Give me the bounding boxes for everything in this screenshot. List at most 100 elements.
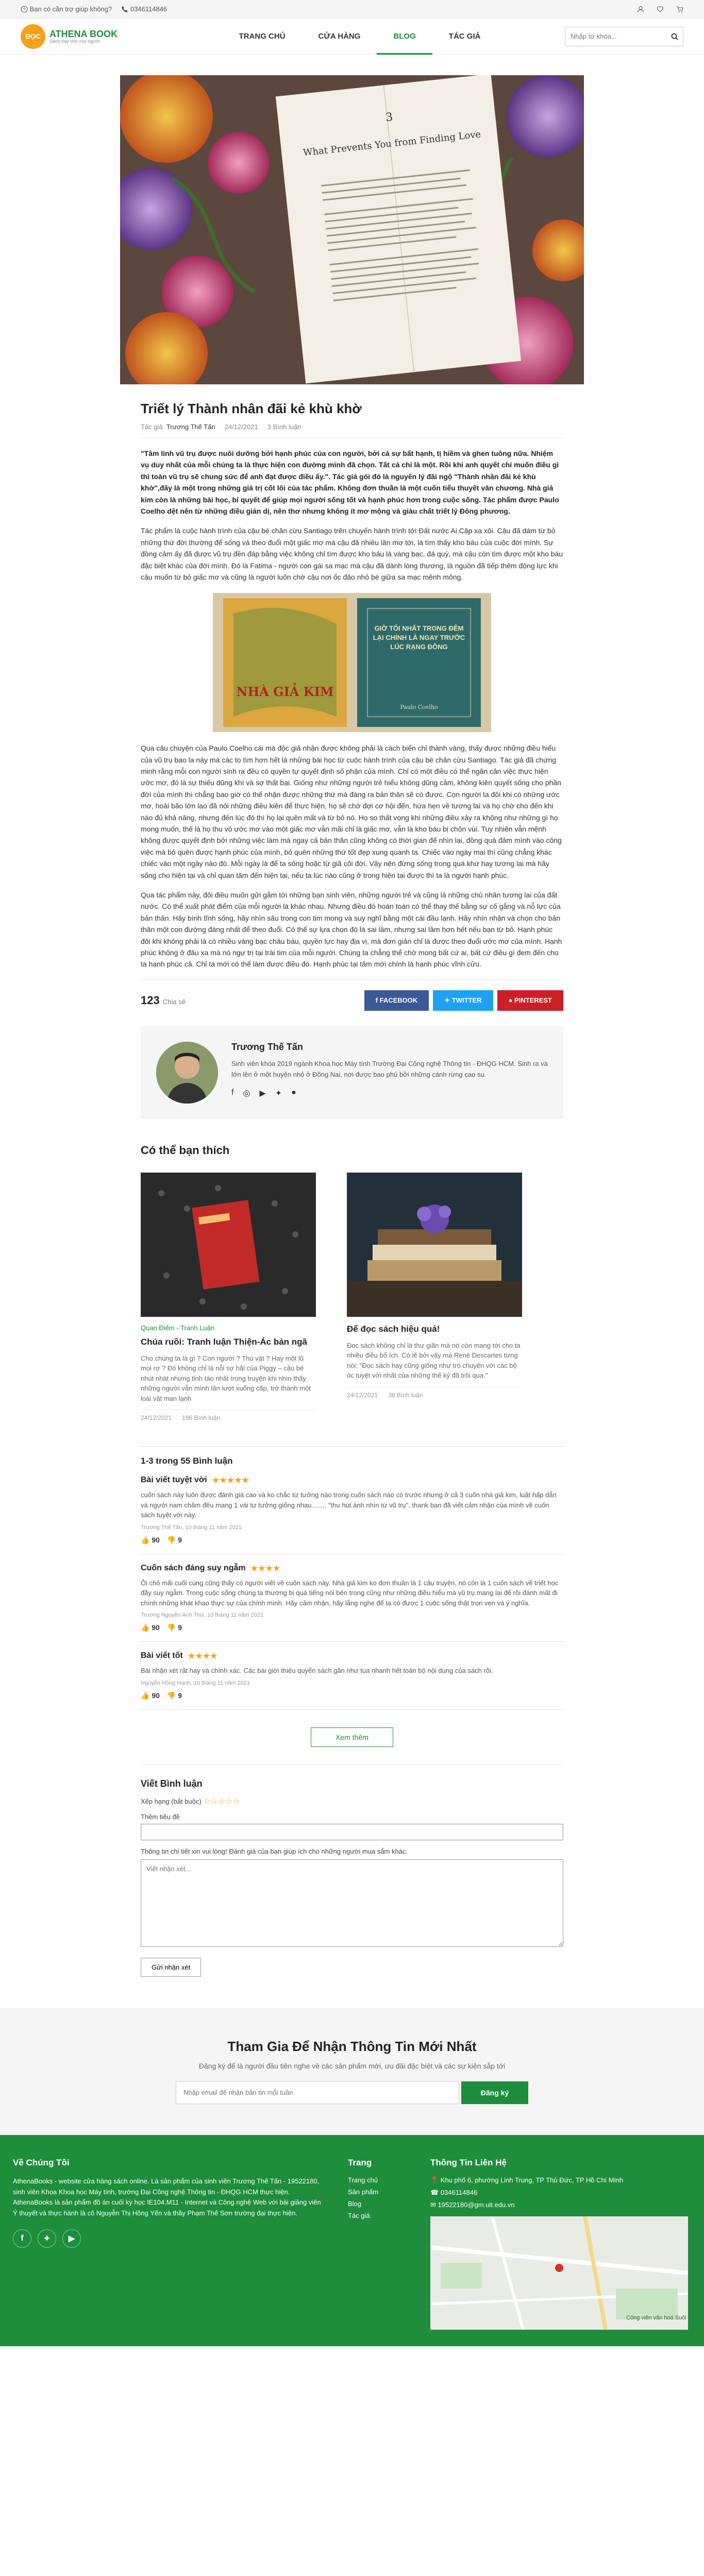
thumbs-down-button[interactable]: 👎 9 <box>167 1623 182 1632</box>
article-paragraph-2: Qua câu chuyện của Paulo Coelho cái mà đ… <box>141 744 562 879</box>
nav-home[interactable]: TRANG CHỦ <box>223 19 302 55</box>
nav-blog[interactable]: BLOG <box>377 19 432 55</box>
load-more-button[interactable]: Xem thêm <box>311 1727 393 1747</box>
article-title: Triết lý Thành nhân đãi kẻ khù khờ <box>141 401 362 416</box>
share-pinterest-label: PINTEREST <box>514 996 552 1004</box>
review-byline: Nguyễn Hồng Hạnh, 10 tháng 11 năm 2021 <box>141 1680 250 1686</box>
review-title-input[interactable] <box>141 1823 563 1840</box>
thumbs-down-button[interactable]: 👎 9 <box>167 1691 182 1700</box>
footer-map[interactable]: Công viên văn hoá Suối Tiên <box>430 2216 688 2330</box>
facebook-icon[interactable]: f <box>13 2229 31 2248</box>
related-date: 24/12/2021 <box>347 1391 378 1399</box>
newsletter-title: Tham Gia Để Nhận Thông Tin Mới Nhất <box>227 2038 477 2054</box>
related-comments: 38 Bình luận <box>388 1391 423 1399</box>
newsletter: Tham Gia Để Nhận Thông Tin Mới Nhất Đăng… <box>0 2007 704 2135</box>
top-bar: ? Bạn có cần trợ giúp không? 0346114846 <box>0 0 704 19</box>
nav-shop[interactable]: CỬA HÀNG <box>302 19 377 55</box>
share-pinterest-button[interactable]: ● PINTEREST <box>497 990 563 1011</box>
related-card[interactable]: Quan Điểm - Tranh Luận Chúa ruồi: Tranh … <box>141 1172 316 1421</box>
book-covers-image: NHÀ GIẢ KIM GIỜ TỐI NHẤT TRONG ĐÊM LẠI C… <box>213 593 491 733</box>
twitter-icon[interactable]: ✦ <box>275 1088 282 1098</box>
footer-address-text: Khu phố 6, phường Linh Trung, TP Thủ Đức… <box>440 2176 624 2184</box>
heart-icon[interactable] <box>657 6 664 13</box>
mail-icon: ✉ <box>430 2200 438 2209</box>
footer-email-text[interactable]: 19522180@gm.uit.edu.vn <box>438 2201 515 2209</box>
review-item: Bài viết tốt ★★★★ Bài nhận xét rất hay và… <box>141 1642 563 1710</box>
phone-icon <box>122 6 128 13</box>
thumbs-down-button[interactable]: 👎 9 <box>167 1536 182 1545</box>
facebook-icon[interactable]: f <box>231 1088 233 1098</box>
thumbs-down-icon: 👎 <box>166 1535 176 1544</box>
help-link[interactable]: ? Bạn có cần trợ giúp không? <box>21 5 112 13</box>
question-icon: ? <box>21 6 28 13</box>
logo-badge: ĐỌC <box>21 24 45 49</box>
newsletter-subscribe-button[interactable]: Đăng ký <box>461 2081 528 2104</box>
meta-comments[interactable]: 3 Bình luận <box>267 423 301 431</box>
nav-authors[interactable]: TÁC GIẢ <box>432 19 497 55</box>
review-form-title: Viết Bình luận <box>141 1778 203 1789</box>
related-category[interactable]: Quan Điểm - Tranh Luận <box>141 1324 316 1332</box>
newsletter-email-input[interactable] <box>176 2081 459 2104</box>
submit-review-button[interactable]: Gửi nhận xét <box>141 1957 202 1977</box>
logo-tagline: Sách hay cho mọi người <box>49 38 100 44</box>
cart-icon[interactable] <box>676 6 683 13</box>
share-count: 123 Chia sẻ <box>141 994 186 1007</box>
related-meta: 24/12/2021 38 Bình luận <box>347 1386 522 1399</box>
phone-icon: ☎ <box>430 2188 441 2196</box>
related-card[interactable]: Để đọc sách hiệu quả! Đọc sách không chỉ… <box>347 1172 522 1422</box>
logo-name: ATHENA BOOK <box>49 28 118 39</box>
share-twitter-button[interactable]: ✦ TWITTER <box>433 990 493 1011</box>
footer-link-authors[interactable]: Tác giả <box>348 2212 410 2219</box>
thumbs-up-button[interactable]: 👍 90 <box>141 1623 160 1632</box>
meta-date: 24/12/2021 <box>224 423 258 431</box>
youtube-icon[interactable]: ▶ <box>62 2229 81 2248</box>
logo[interactable]: ĐỌC ATHENA BOOK Sách hay cho mọi người <box>21 24 175 49</box>
article-meta: Tác giả: Trương Thế Tấn 24/12/2021 3 Bìn… <box>141 423 563 438</box>
pinterest-icon[interactable]: ● <box>291 1088 296 1098</box>
footer-link-products[interactable]: Sản phẩm <box>348 2188 410 2196</box>
footer-address: 📍 Khu phố 6, phường Linh Trung, TP Thủ Đ… <box>430 2176 688 2184</box>
related-post-title[interactable]: Để đọc sách hiệu quả! <box>347 1324 522 1334</box>
review-stars: ★★★★★ <box>212 1476 249 1485</box>
footer-about-title: Về Chúng Tôi <box>13 2157 70 2167</box>
thumbs-up-icon: 👍 <box>141 1535 150 1544</box>
newsletter-desc: Đăng ký để là người đầu tiên nghe về các… <box>198 2061 506 2070</box>
youtube-icon[interactable]: ▶ <box>259 1088 265 1098</box>
related-excerpt: Cho chúng ta là gì ? Con người ? Thú vật… <box>141 1354 311 1402</box>
article-paragraph-3: Qua tác phẩm này, đôi điều muốn gửi gắm … <box>141 890 562 969</box>
blog-article: Triết lý Thành nhân đãi kẻ khù khờ Tác g… <box>141 401 563 1977</box>
search-input[interactable] <box>565 27 666 46</box>
review-title: Cuốn sách đáng suy ngẫm <box>141 1563 246 1572</box>
thumbs-up-button[interactable]: 👍 90 <box>141 1691 160 1700</box>
meta-author-name[interactable]: Trương Thế Tấn <box>166 423 215 431</box>
author-avatar <box>156 1041 218 1104</box>
phone-link[interactable]: 0346114846 <box>121 5 167 13</box>
cover-right-title: GIỜ TỐI NHẤT TRONG ĐÊM LẠI CHÍNH LÀ NGAY… <box>373 624 465 651</box>
share-facebook-button[interactable]: f FACEBOOK <box>364 990 429 1011</box>
footer-link-blog[interactable]: Blog <box>348 2200 410 2208</box>
avatar-illustration <box>156 1041 218 1104</box>
footer-link-home[interactable]: Trang chủ <box>348 2176 410 2184</box>
rating-stars-input[interactable]: ☆☆☆☆☆ <box>203 1797 240 1806</box>
related-title: Có thể bạn thích <box>141 1143 230 1157</box>
meta-author-label: Tác giả <box>141 423 163 431</box>
share-bar: 123 Chia sẻ f FACEBOOK ✦ TWITTER ● PINTE… <box>141 979 563 1021</box>
twitter-icon[interactable]: ✦ <box>38 2229 56 2248</box>
article-lead: "Tâm linh vũ trụ được nuôi dưỡng bởi hạn… <box>141 449 559 515</box>
author-name[interactable]: Trương Thế Tấn <box>231 1042 548 1053</box>
search-button[interactable] <box>666 27 683 46</box>
review-form: Viết Bình luận Xếp hạng (bắt buộc) ☆☆☆☆☆… <box>141 1764 563 1977</box>
instagram-icon[interactable]: ◎ <box>243 1088 250 1098</box>
svg-text:?: ? <box>23 7 25 12</box>
review-detail-input[interactable] <box>141 1859 563 1947</box>
thumbs-up-button[interactable]: 👍 90 <box>141 1536 160 1545</box>
related-image-1 <box>141 1172 316 1317</box>
user-icon[interactable] <box>637 6 644 13</box>
review-item: Cuốn sách đáng suy ngẫm ★★★★ Ôi chỏ mãi c… <box>141 1554 563 1642</box>
related-post-title[interactable]: Chúa ruồi: Tranh luận Thiện-Ác bản ngã <box>141 1337 316 1347</box>
footer-about-text: AthenaBooks - website cửa hàng sách onli… <box>13 2177 321 2217</box>
share-count-label: Chia sẻ <box>162 997 186 1006</box>
main-header: ĐỌC ATHENA BOOK Sách hay cho mọi người T… <box>0 19 704 55</box>
share-facebook-label: FACEBOOK <box>379 996 418 1004</box>
review-title: Bài viết tuyệt vời <box>141 1476 207 1485</box>
